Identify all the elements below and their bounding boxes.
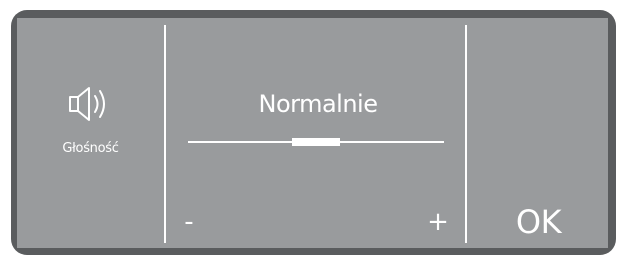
right-divider	[465, 25, 467, 243]
volume-label: Głośność	[62, 141, 119, 156]
left-divider	[164, 25, 166, 243]
speaker-icon	[64, 84, 124, 124]
ok-button[interactable]: OK	[469, 198, 608, 246]
decrease-button[interactable]: -	[177, 206, 201, 238]
increase-button[interactable]: +	[426, 206, 450, 238]
volume-setting-panel: Głośność	[17, 18, 164, 248]
display-screen: Głośność Normalnie - + OK	[17, 18, 608, 248]
volume-level-label: Normalnie	[258, 90, 378, 118]
volume-slider-thumb[interactable]	[292, 138, 340, 146]
